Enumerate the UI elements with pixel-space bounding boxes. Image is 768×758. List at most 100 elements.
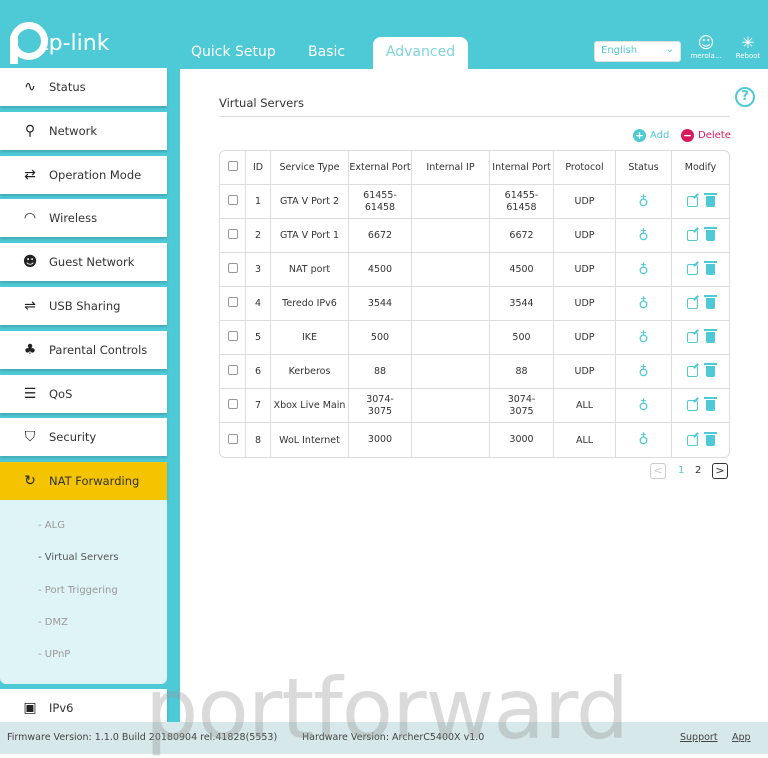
- trash-icon[interactable]: [703, 329, 717, 343]
- sidebar-item-usb-sharing[interactable]: ⇌ USB Sharing: [0, 287, 167, 325]
- reboot-button[interactable]: ✳ Reboot: [728, 34, 768, 61]
- status-bulb-icon[interactable]: ♁: [638, 262, 648, 278]
- submenu-item[interactable]: - DMZ: [38, 617, 68, 628]
- virtual-servers-table: ID Service Type External Port Internal I…: [219, 150, 730, 458]
- user-button[interactable]: ☺ merola...: [686, 33, 726, 61]
- sidebar-item-label: Wireless: [49, 211, 98, 226]
- edit-icon[interactable]: [686, 332, 698, 343]
- row-checkbox[interactable]: [227, 433, 238, 444]
- trash-icon[interactable]: [703, 193, 717, 207]
- row-checkbox[interactable]: [227, 331, 238, 341]
- edit-icon[interactable]: [686, 230, 698, 241]
- edit-icon[interactable]: [686, 366, 698, 377]
- cell-external-port: 6672: [349, 219, 412, 253]
- next-page-button[interactable]: >: [712, 463, 728, 479]
- sidebar-item-status[interactable]: ∿ Status: [0, 68, 167, 106]
- cell-id: 1: [246, 185, 271, 219]
- sidebar-item-label: QoS: [49, 386, 73, 401]
- add-button[interactable]: + Add: [633, 129, 669, 142]
- help-icon[interactable]: ?: [735, 87, 755, 107]
- plus-icon: +: [633, 129, 646, 142]
- trash-icon[interactable]: [703, 431, 717, 446]
- prev-page-button[interactable]: <: [650, 463, 666, 479]
- sidebar-item-network[interactable]: ⚲ Network: [0, 111, 167, 150]
- cell-internal-port: 61455-61458: [490, 185, 554, 219]
- col-protocol: Protocol: [554, 151, 616, 185]
- select-all-checkbox[interactable]: [227, 161, 238, 171]
- sidebar-item-parental-controls[interactable]: ♣ Parental Controls: [0, 330, 167, 369]
- user-label: merola...: [690, 52, 722, 60]
- edit-icon[interactable]: [686, 264, 698, 275]
- cell-internal-port: 500: [490, 321, 554, 355]
- status-bulb-icon[interactable]: ♁: [638, 398, 648, 414]
- table-row: 8 WoL Internet 3000 3000 ALL ♁: [220, 423, 729, 457]
- cell-internal-port: 3544: [490, 287, 554, 321]
- sidebar-item-label: NAT Forwarding: [49, 474, 140, 489]
- cell-internal-ip: [412, 355, 490, 389]
- status-bulb-icon[interactable]: ♁: [638, 330, 648, 346]
- submenu-item[interactable]: - ALG: [38, 520, 65, 531]
- trash-icon[interactable]: [703, 261, 717, 275]
- page-title: Virtual Servers: [219, 96, 304, 110]
- page-1[interactable]: 1: [678, 465, 684, 476]
- trash-icon[interactable]: [703, 397, 717, 411]
- edit-icon[interactable]: [686, 298, 698, 309]
- tab-basic[interactable]: Basic: [308, 44, 345, 60]
- cell-internal-ip: [412, 185, 490, 219]
- submenu-item[interactable]: - Virtual Servers: [38, 552, 119, 563]
- tp-link-logo[interactable]: tp-link: [2, 22, 109, 64]
- col-status: Status: [616, 151, 672, 185]
- trash-icon[interactable]: [703, 363, 717, 377]
- sidebar-item-nat-forwarding[interactable]: ↻ NAT Forwarding: [0, 462, 167, 501]
- cell-external-port: 3544: [349, 287, 412, 321]
- sidebar-item-operation-mode[interactable]: ⇄ Operation Mode: [0, 155, 167, 194]
- user-icon: ☺: [697, 33, 715, 52]
- table-row: 6 Kerberos 88 88 UDP ♁: [220, 355, 729, 389]
- row-checkbox[interactable]: [227, 263, 238, 273]
- cell-internal-port: 88: [490, 355, 554, 389]
- cell-service-type: NAT port: [271, 253, 349, 287]
- trash-icon[interactable]: [703, 227, 717, 241]
- cell-protocol: ALL: [554, 423, 616, 457]
- row-checkbox[interactable]: [227, 195, 238, 205]
- submenu-item[interactable]: - Port Triggering: [38, 585, 118, 596]
- status-bulb-icon[interactable]: ♁: [638, 228, 648, 244]
- sidebar-item-qos[interactable]: ☰ QoS: [0, 374, 167, 413]
- cell-service-type: GTA V Port 1: [271, 219, 349, 253]
- cell-protocol: ALL: [554, 389, 616, 423]
- delete-button[interactable]: − Delete: [681, 129, 731, 142]
- cell-internal-ip: [412, 253, 490, 287]
- cell-service-type: IKE: [271, 321, 349, 355]
- sidebar-item-wireless[interactable]: ◠ Wireless: [0, 199, 167, 238]
- col-internal-ip: Internal IP: [412, 151, 490, 185]
- app-link[interactable]: App: [732, 732, 751, 743]
- status-bulb-icon[interactable]: ♁: [638, 432, 648, 448]
- edit-icon[interactable]: [686, 434, 698, 446]
- sidebar-item-security[interactable]: ⛉ Security: [0, 418, 167, 457]
- support-link[interactable]: Support: [680, 732, 718, 743]
- cell-internal-ip: [412, 389, 490, 423]
- tab-advanced[interactable]: Advanced: [373, 37, 468, 69]
- table-row: 1 GTA V Port 2 61455-61458 61455-61458 U…: [220, 185, 729, 219]
- row-checkbox[interactable]: [227, 297, 238, 307]
- status-bulb-icon[interactable]: ♁: [638, 296, 648, 312]
- table-row: 7 Xbox Live Main 3074-3075 3074-3075 ALL…: [220, 389, 729, 423]
- sidebar-item-guest-network[interactable]: ☻ Guest Network: [0, 243, 167, 282]
- edit-icon[interactable]: [686, 400, 698, 411]
- row-checkbox[interactable]: [227, 229, 238, 239]
- swap-icon: ⇄: [24, 166, 36, 183]
- row-checkbox[interactable]: [227, 399, 238, 409]
- tab-quick-setup[interactable]: Quick Setup: [191, 44, 276, 60]
- edit-icon[interactable]: [686, 196, 698, 207]
- logo-mark-icon: [2, 22, 48, 64]
- row-checkbox[interactable]: [227, 365, 238, 375]
- language-select[interactable]: English ⌄: [594, 41, 681, 62]
- users-icon: ☻: [22, 254, 38, 271]
- status-bulb-icon[interactable]: ♁: [638, 194, 648, 210]
- cell-internal-ip: [412, 423, 490, 457]
- submenu-item[interactable]: - UPnP: [38, 649, 70, 660]
- logo-text: tp-link: [40, 30, 110, 56]
- status-bulb-icon[interactable]: ♁: [638, 364, 648, 380]
- trash-icon[interactable]: [703, 295, 717, 309]
- page-2[interactable]: 2: [695, 465, 701, 476]
